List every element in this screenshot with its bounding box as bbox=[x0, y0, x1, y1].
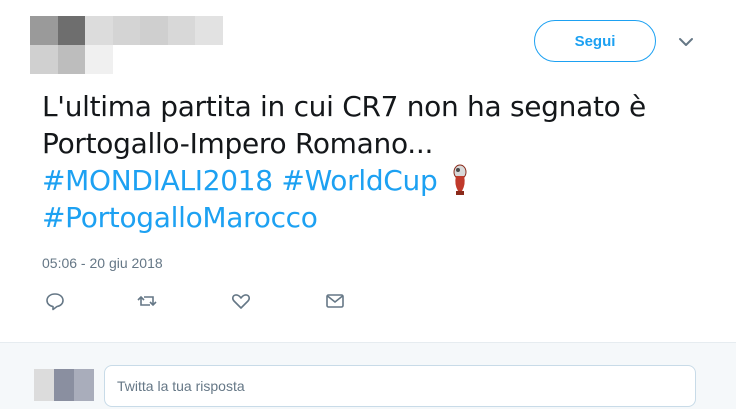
tweet-text: L'ultima partita in cui CR7 non ha segna… bbox=[42, 88, 702, 236]
tweet-text-line: Portogallo-Impero Romano... bbox=[42, 127, 434, 160]
reply-input[interactable]: Twitta la tua risposta bbox=[104, 365, 696, 407]
hashtag-link[interactable]: #PortogalloMarocco bbox=[42, 201, 318, 234]
tweet-timestamp[interactable]: 05:06 - 20 giu 2018 bbox=[42, 255, 163, 271]
chevron-down-icon[interactable] bbox=[676, 34, 696, 50]
user-avatar bbox=[34, 369, 94, 401]
tweet-card: Segui L'ultima partita in cui CR7 non ha… bbox=[0, 0, 736, 342]
hashtag-link[interactable]: #MONDIALI2018 bbox=[42, 164, 273, 197]
blurred-profile-avatar[interactable] bbox=[30, 16, 250, 74]
follow-button[interactable]: Segui bbox=[534, 20, 656, 62]
reply-icon[interactable] bbox=[44, 290, 66, 312]
reply-area: Twitta la tua risposta bbox=[0, 342, 736, 409]
heart-icon[interactable] bbox=[230, 290, 252, 312]
tweet-actions bbox=[44, 290, 364, 314]
world-cup-trophy-icon bbox=[453, 164, 467, 195]
tweet-text-line: L'ultima partita in cui CR7 non ha segna… bbox=[42, 90, 646, 123]
hashtag-link[interactable]: #WorldCup bbox=[281, 164, 437, 197]
retweet-icon[interactable] bbox=[136, 290, 158, 312]
envelope-icon[interactable] bbox=[324, 290, 346, 312]
